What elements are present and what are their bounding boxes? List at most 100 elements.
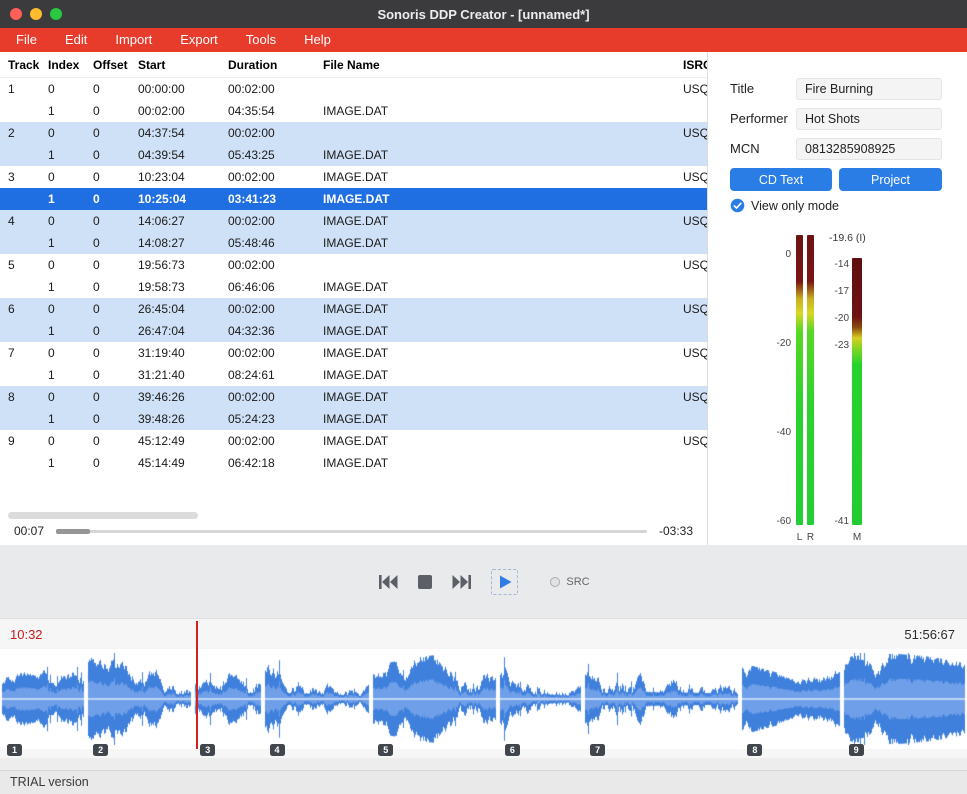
meter-scale-label: -14 xyxy=(819,259,849,271)
view-only-toggle[interactable]: View only mode xyxy=(730,198,839,213)
table-row[interactable]: 1004:39:5405:43:25IMAGE.DAT xyxy=(0,144,707,166)
table-row[interactable]: 10000:00:0000:02:00USQ xyxy=(0,78,707,100)
table-row[interactable]: 70031:19:4000:02:00IMAGE.DATUSQ xyxy=(0,342,707,364)
level-meter-left xyxy=(796,235,803,525)
cell-file: IMAGE.DAT xyxy=(315,298,675,320)
cell-duration: 04:35:54 xyxy=(220,100,315,122)
table-row[interactable]: 90045:12:4900:02:00IMAGE.DATUSQ xyxy=(0,430,707,452)
horizontal-scrollbar-thumb[interactable] xyxy=(8,512,198,519)
src-radio-icon xyxy=(550,577,560,587)
src-toggle[interactable]: SRC xyxy=(550,576,589,588)
stop-button[interactable] xyxy=(417,574,433,590)
table-row[interactable]: 50019:56:7300:02:00USQ xyxy=(0,254,707,276)
project-button[interactable]: Project xyxy=(839,168,942,191)
column-header-start[interactable]: Start xyxy=(130,52,220,77)
track-table-header: Track Index Offset Start Duration File N… xyxy=(0,52,707,78)
cell-file: IMAGE.DAT xyxy=(315,100,675,122)
zoom-button[interactable] xyxy=(50,8,62,20)
menu-edit[interactable]: Edit xyxy=(51,28,101,52)
mcn-input[interactable] xyxy=(796,138,942,160)
cell-offset: 0 xyxy=(85,364,130,386)
column-header-duration[interactable]: Duration xyxy=(220,52,315,77)
column-header-track[interactable]: Track xyxy=(0,52,40,77)
track-marker-badge: 8 xyxy=(747,744,762,756)
minimize-button[interactable] xyxy=(30,8,42,20)
cell-file xyxy=(315,254,675,276)
table-row[interactable]: 20004:37:5400:02:00USQ xyxy=(0,122,707,144)
cell-track xyxy=(0,320,40,342)
table-row[interactable]: 1019:58:7306:46:06IMAGE.DAT xyxy=(0,276,707,298)
column-header-offset[interactable]: Offset xyxy=(85,52,130,77)
cell-duration: 00:02:00 xyxy=(220,122,315,144)
close-button[interactable] xyxy=(10,8,22,20)
cell-file: IMAGE.DAT xyxy=(315,342,675,364)
cell-duration: 05:43:25 xyxy=(220,144,315,166)
cell-index: 0 xyxy=(40,254,85,276)
cell-isrc xyxy=(675,276,707,298)
track-table-body: 10000:00:0000:02:00USQ1000:02:0004:35:54… xyxy=(0,78,707,474)
table-row[interactable]: 80039:46:2600:02:00IMAGE.DATUSQ xyxy=(0,386,707,408)
cell-start: 39:48:26 xyxy=(130,408,220,430)
cell-duration: 00:02:00 xyxy=(220,342,315,364)
menu-export[interactable]: Export xyxy=(166,28,232,52)
cell-track: 5 xyxy=(0,254,40,276)
app-window: Sonoris DDP Creator - [unnamed*] File Ed… xyxy=(0,0,967,794)
menu-tools[interactable]: Tools xyxy=(232,28,290,52)
menu-file[interactable]: File xyxy=(2,28,51,52)
cell-offset: 0 xyxy=(85,320,130,342)
skip-back-button[interactable] xyxy=(377,573,399,591)
cell-track xyxy=(0,364,40,386)
cell-file: IMAGE.DAT xyxy=(315,386,675,408)
cell-start: 14:08:27 xyxy=(130,232,220,254)
title-bar: Sonoris DDP Creator - [unnamed*] xyxy=(0,0,967,28)
cell-file: IMAGE.DAT xyxy=(315,430,675,452)
table-row[interactable]: 1039:48:2605:24:23IMAGE.DAT xyxy=(0,408,707,430)
table-row[interactable]: 1000:02:0004:35:54IMAGE.DAT xyxy=(0,100,707,122)
cell-track xyxy=(0,232,40,254)
table-row[interactable]: 1031:21:4008:24:61IMAGE.DAT xyxy=(0,364,707,386)
cell-duration: 06:42:18 xyxy=(220,452,315,474)
cell-index: 1 xyxy=(40,276,85,298)
title-input[interactable] xyxy=(796,78,942,100)
performer-label: Performer xyxy=(730,108,788,130)
cell-track xyxy=(0,408,40,430)
cell-duration: 00:02:00 xyxy=(220,166,315,188)
meter-label-m: M xyxy=(852,532,862,543)
column-header-filename[interactable]: File Name xyxy=(315,52,675,77)
cell-file: IMAGE.DAT xyxy=(315,166,675,188)
cell-isrc xyxy=(675,144,707,166)
seek-slider[interactable] xyxy=(56,530,647,533)
elapsed-time: 00:07 xyxy=(14,524,44,538)
cell-track: 7 xyxy=(0,342,40,364)
status-text: TRIAL version xyxy=(10,775,89,789)
column-header-index[interactable]: Index xyxy=(40,52,85,77)
cell-offset: 0 xyxy=(85,122,130,144)
performer-input[interactable] xyxy=(796,108,942,130)
cell-isrc: USQ xyxy=(675,122,707,144)
menu-import[interactable]: Import xyxy=(101,28,166,52)
cell-index: 1 xyxy=(40,144,85,166)
play-button[interactable] xyxy=(491,569,518,595)
menu-help[interactable]: Help xyxy=(290,28,345,52)
cell-start: 14:06:27 xyxy=(130,210,220,232)
table-row[interactable]: 1045:14:4906:42:18IMAGE.DAT xyxy=(0,452,707,474)
table-row[interactable]: 30010:23:0400:02:00IMAGE.DATUSQ xyxy=(0,166,707,188)
waveform-panel: 10:32 51:56:67 123456789 xyxy=(0,618,967,758)
table-row[interactable]: 40014:06:2700:02:00IMAGE.DATUSQ xyxy=(0,210,707,232)
cell-offset: 0 xyxy=(85,342,130,364)
waveform-display[interactable] xyxy=(0,649,967,749)
table-row[interactable]: 1010:25:0403:41:23IMAGE.DAT xyxy=(0,188,707,210)
cell-duration: 00:02:00 xyxy=(220,386,315,408)
skip-forward-button[interactable] xyxy=(451,573,473,591)
cd-text-button[interactable]: CD Text xyxy=(730,168,832,191)
table-row[interactable]: 1014:08:2705:48:46IMAGE.DAT xyxy=(0,232,707,254)
cell-isrc xyxy=(675,188,707,210)
track-table-panel: Track Index Offset Start Duration File N… xyxy=(0,52,708,545)
seek-slider-handle[interactable] xyxy=(56,529,90,534)
cell-isrc xyxy=(675,320,707,342)
playhead[interactable] xyxy=(196,621,198,749)
table-row[interactable]: 60026:45:0400:02:00IMAGE.DATUSQ xyxy=(0,298,707,320)
column-header-isrc[interactable]: ISRC xyxy=(675,52,707,77)
table-row[interactable]: 1026:47:0404:32:36IMAGE.DAT xyxy=(0,320,707,342)
cell-offset: 0 xyxy=(85,430,130,452)
